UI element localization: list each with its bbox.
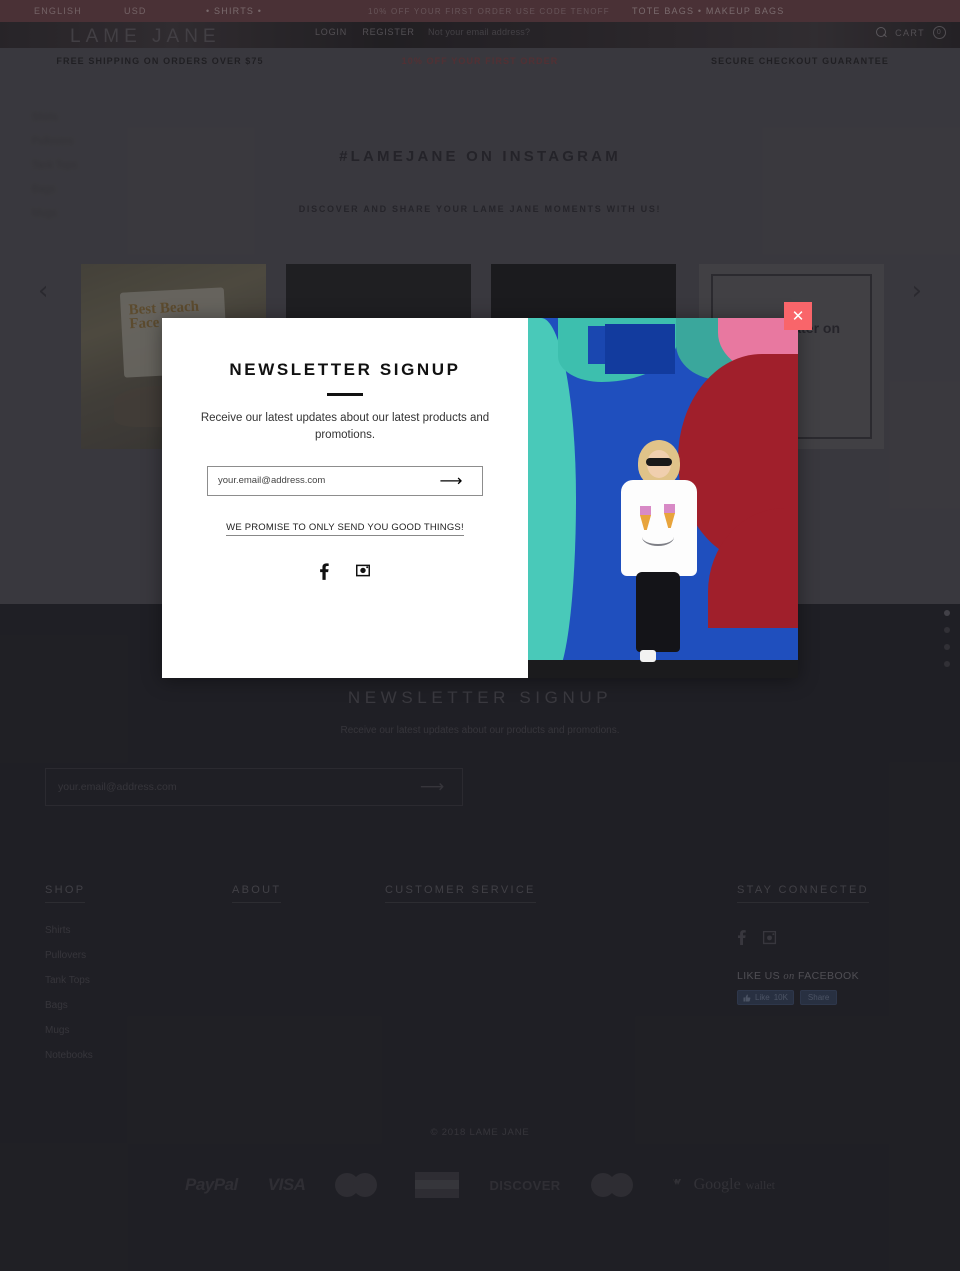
- model-leggings: [636, 572, 680, 652]
- modal-email-form: ⟶: [207, 465, 483, 496]
- mural-ground: [528, 660, 798, 678]
- modal-promise-text: WE PROMISE TO ONLY SEND YOU GOOD THINGS!: [226, 522, 464, 536]
- modal-title: NEWSLETTER SIGNUP: [229, 360, 461, 379]
- modal-submit-button[interactable]: ⟶: [420, 471, 482, 490]
- facebook-glyph: [320, 562, 329, 580]
- modal-divider: [327, 393, 363, 396]
- modal-instagram-icon[interactable]: [355, 562, 371, 585]
- smile-graphic: [642, 528, 674, 546]
- mural-box: [605, 324, 675, 374]
- instagram-glyph: [356, 564, 370, 576]
- modal-description: Receive our latest updates about our lat…: [200, 411, 490, 441]
- sunglasses-icon: [646, 458, 672, 466]
- page-root: ENGLISH USD • SHIRTS • 10% OFF YOUR FIRS…: [0, 0, 960, 1271]
- newsletter-modal-content: NEWSLETTER SIGNUP Receive our latest upd…: [162, 318, 528, 678]
- modal-social-links: [192, 562, 498, 585]
- modal-close-button[interactable]: ✕: [784, 302, 812, 330]
- modal-email-input[interactable]: [208, 466, 420, 495]
- model-shoe: [640, 650, 656, 662]
- modal-facebook-icon[interactable]: [319, 562, 329, 585]
- newsletter-modal: NEWSLETTER SIGNUP Receive our latest upd…: [162, 318, 798, 678]
- newsletter-modal-image: [528, 318, 798, 678]
- model-photo: [616, 440, 702, 662]
